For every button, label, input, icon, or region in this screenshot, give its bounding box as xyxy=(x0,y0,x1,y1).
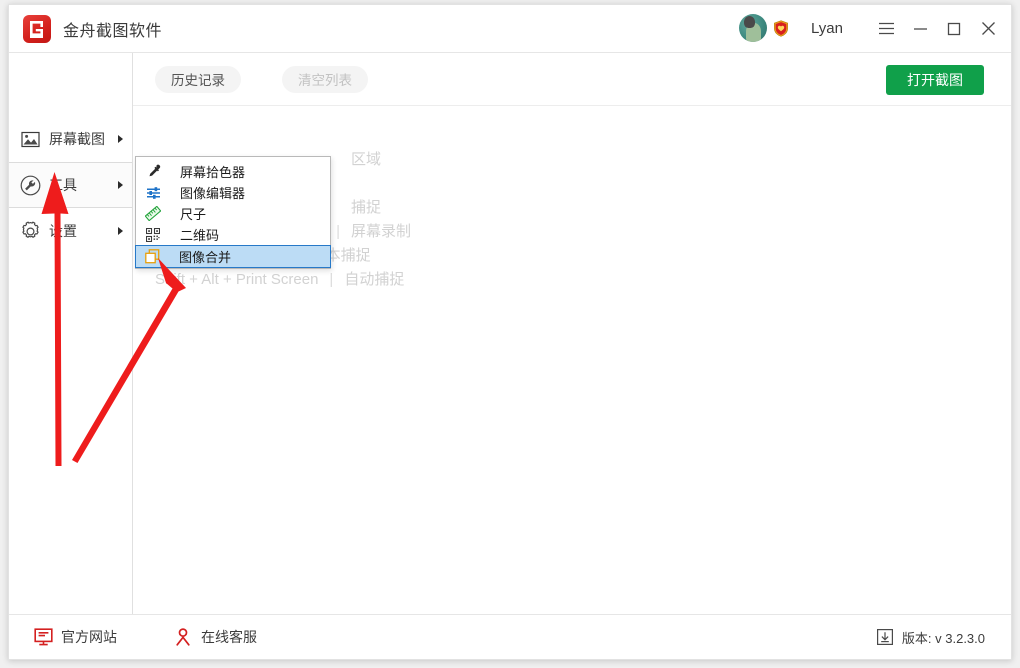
sidebar-item-tools[interactable]: 工具 xyxy=(9,162,132,208)
minimize-icon[interactable] xyxy=(903,13,937,45)
hint-shortcut: Shift + Alt + Print Screen xyxy=(155,271,319,288)
hint-value: 捕捉 xyxy=(351,199,382,216)
menu-item-label: 图像合并 xyxy=(179,250,232,265)
hint-value: 自动捕捉 xyxy=(344,271,405,288)
sidebar-item-label: 工具 xyxy=(49,177,77,193)
app-title: 金舟截图软件 xyxy=(63,22,163,40)
chevron-right-icon xyxy=(118,181,123,189)
wrench-icon xyxy=(19,174,41,196)
hint-value: 区域 xyxy=(351,151,382,168)
menu-item-label: 图像编辑器 xyxy=(180,186,246,201)
content-area: 历史记录 清空列表 打开截图 区域 捕捉 Ctrl + Shift + Prin… xyxy=(133,53,1011,614)
close-icon[interactable] xyxy=(971,13,1005,45)
online-support-label: 在线客服 xyxy=(201,629,257,645)
menu-item-qrcode[interactable]: 二维码 xyxy=(136,224,330,245)
avatar[interactable] xyxy=(739,13,769,44)
sliders-icon xyxy=(143,184,163,202)
menu-item-label: 二维码 xyxy=(180,228,220,243)
window-controls xyxy=(869,13,1011,45)
version-label: 版本: v 3.2.3.0 xyxy=(901,630,985,646)
hint-value: 屏幕录制 xyxy=(350,223,411,240)
image-icon xyxy=(19,128,41,150)
layers-icon xyxy=(142,248,162,266)
version-info[interactable]: 版本: v 3.2.3.0 xyxy=(876,628,985,647)
official-website-label: 官方网站 xyxy=(61,629,117,645)
monitor-icon xyxy=(33,627,53,647)
sidebar-item-settings[interactable]: 设置 xyxy=(9,208,132,254)
footer-bar: 官方网站 在线客服 版本: v 3.2.3.0 xyxy=(9,614,1011,659)
online-support-link[interactable]: 在线客服 xyxy=(173,627,257,647)
ruler-icon xyxy=(143,205,163,223)
open-capture-button[interactable]: 打开截图 xyxy=(886,65,984,95)
menu-item-image-merge[interactable]: 图像合并 xyxy=(135,245,331,268)
tools-dropdown-menu: 屏幕拾色器 图像编辑器 尺子 二维码 图像合并 xyxy=(135,156,331,269)
download-icon xyxy=(876,629,893,646)
hint-separator: | xyxy=(329,271,334,288)
sidebar-item-screenshot[interactable]: 屏幕截图 xyxy=(9,116,132,162)
titlebar-right-group: Lyan xyxy=(739,5,1011,52)
chevron-right-icon xyxy=(118,227,123,235)
clear-list-button[interactable]: 清空列表 xyxy=(282,65,368,93)
hint-row: Shift + Alt + Print Screen | 自动捕捉 xyxy=(155,268,1011,292)
sidebar: 屏幕截图 工具 设置 xyxy=(9,53,133,614)
menu-item-label: 屏幕拾色器 xyxy=(180,165,246,180)
person-icon xyxy=(173,627,193,647)
menu-item-color-picker[interactable]: 屏幕拾色器 xyxy=(136,161,330,182)
vip-shield-badge-icon xyxy=(774,20,788,37)
title-bar: 金舟截图软件 Lyan xyxy=(9,5,1011,52)
content-toolbar: 历史记录 清空列表 打开截图 xyxy=(133,53,1011,106)
maximize-icon[interactable] xyxy=(937,13,971,45)
username-label: Lyan xyxy=(811,20,843,37)
app-window: 金舟截图软件 Lyan 屏幕截图 工具 设置 历史记录 清空列表 打开截图 区域… xyxy=(8,4,1012,660)
menu-item-ruler[interactable]: 尺子 xyxy=(136,203,330,224)
official-website-link[interactable]: 官方网站 xyxy=(33,627,117,647)
hamburger-menu-icon[interactable] xyxy=(869,13,903,45)
sidebar-item-label: 屏幕截图 xyxy=(49,131,105,147)
sidebar-item-label: 设置 xyxy=(49,223,77,239)
qrcode-icon xyxy=(143,226,163,244)
chevron-right-icon xyxy=(118,135,123,143)
history-button[interactable]: 历史记录 xyxy=(155,65,241,93)
menu-item-label: 尺子 xyxy=(180,207,207,222)
logo-glyph xyxy=(30,20,43,38)
app-logo-icon xyxy=(23,14,51,43)
hint-separator: | xyxy=(336,223,340,240)
eyedropper-icon xyxy=(143,163,163,181)
main-body: 屏幕截图 工具 设置 历史记录 清空列表 打开截图 区域 捕捉 | 屏幕录制 文… xyxy=(9,52,1011,614)
avatar-image xyxy=(739,13,768,42)
gear-icon xyxy=(19,220,41,242)
menu-item-image-editor[interactable]: 图像编辑器 xyxy=(136,182,330,203)
